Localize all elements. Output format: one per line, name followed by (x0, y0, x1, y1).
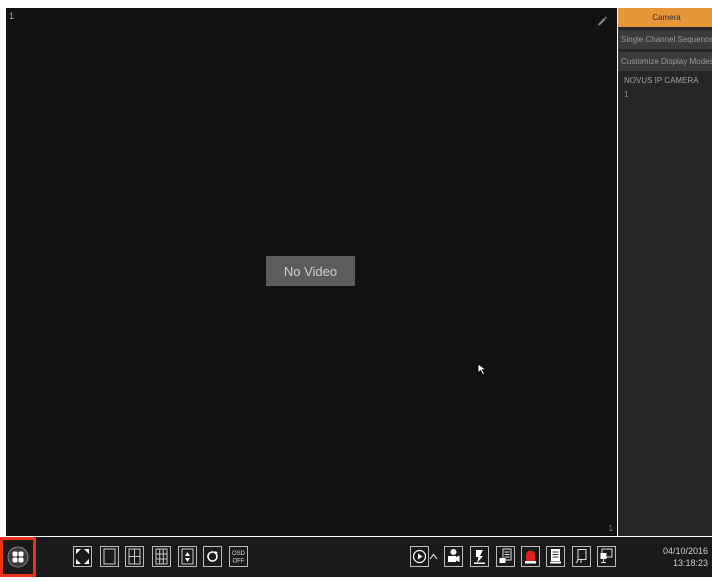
record-list-icon[interactable] (496, 545, 515, 568)
layout-menu-button[interactable] (0, 537, 36, 577)
tab-camera-label: Camera (652, 13, 681, 22)
ptz-control-icon[interactable] (572, 545, 591, 568)
snapshot-icon[interactable] (470, 545, 489, 568)
manual-record-icon[interactable] (444, 545, 463, 568)
tab-camera[interactable]: Camera (618, 8, 712, 27)
pencil-icon[interactable] (596, 14, 608, 26)
date-time-display: 04/10/2016 13:18:23 (663, 545, 708, 569)
alarm-status-icon[interactable] (546, 545, 565, 568)
mouse-pointer-icon (477, 363, 489, 377)
channel-number-corner: 1 (608, 524, 613, 533)
osd-off-button[interactable]: OSD OFF (229, 545, 248, 568)
tab-sequence-label: Single Channel Sequence (621, 35, 712, 44)
video-display[interactable]: 1 No Video 1 (6, 8, 617, 536)
right-panel: Camera Single Channel Sequence Customize… (618, 8, 712, 536)
bottom-toolbar: OSD OFF 04/10/2016 13:18:23 (0, 537, 712, 577)
screen-switch-icon[interactable] (178, 545, 197, 568)
osd-state-label: OFF (233, 559, 245, 565)
fullscreen-icon[interactable] (73, 545, 92, 568)
camera-list-item[interactable]: 1 (624, 90, 628, 99)
osd-label: OSD (232, 551, 246, 557)
tab-customize-display-modes[interactable]: Customize Display Modes (618, 52, 712, 71)
single-screen-icon[interactable] (100, 545, 119, 568)
channel-number: 1 (9, 11, 15, 21)
chevron-up-icon[interactable] (427, 545, 440, 568)
sequence-refresh-icon[interactable] (203, 545, 222, 568)
tab-custom-label: Customize Display Modes (621, 57, 712, 66)
time-text: 13:18:23 (672, 558, 708, 568)
nine-screen-icon[interactable] (152, 545, 171, 568)
date-text: 04/10/2016 (662, 546, 708, 556)
quad-screen-icon[interactable] (125, 545, 144, 568)
alarm-light-icon[interactable] (521, 545, 540, 568)
no-video-label: No Video (266, 256, 355, 286)
camera-group-name[interactable]: NOVUS IP CAMERA (624, 76, 699, 85)
tab-single-channel-sequence[interactable]: Single Channel Sequence (618, 30, 712, 49)
remote-device-icon[interactable] (597, 545, 616, 568)
